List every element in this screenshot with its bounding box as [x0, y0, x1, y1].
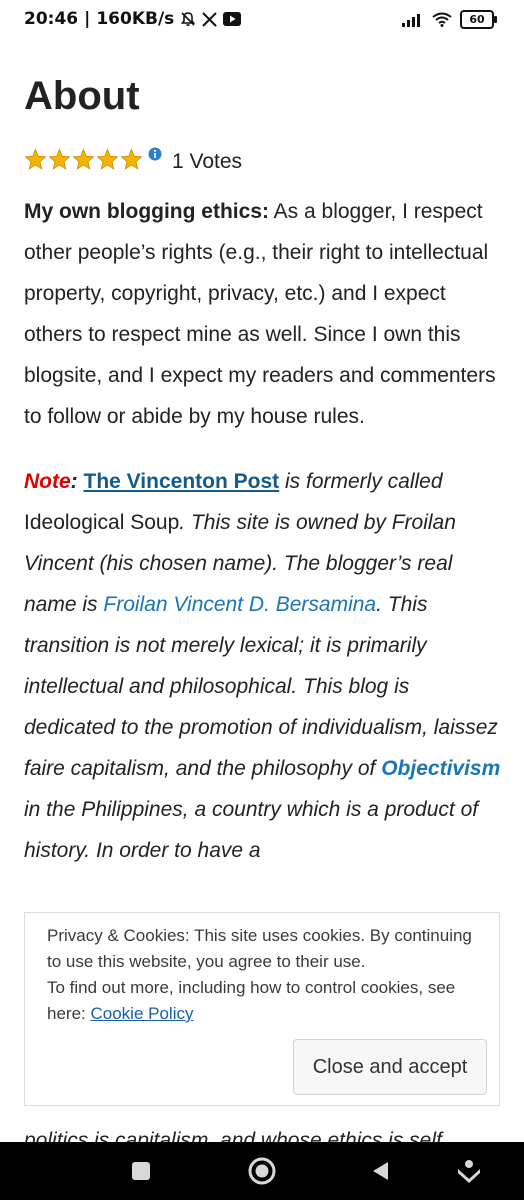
former-name-text: Ideological Soup	[24, 511, 180, 534]
star-rating[interactable]	[24, 147, 143, 171]
info-icon[interactable]	[148, 147, 162, 161]
status-bar: 20:46 | 160KB/s 60	[0, 0, 524, 36]
back-triangle-icon[interactable]	[363, 1156, 397, 1186]
vincenton-post-link[interactable]: The Vincenton Post	[84, 470, 280, 493]
status-right: 60	[402, 10, 497, 29]
status-left: 20:46 | 160KB/s	[24, 9, 242, 29]
note-label: Note	[24, 470, 71, 493]
star-icon[interactable]	[24, 147, 47, 171]
recents-square-icon[interactable]	[124, 1156, 158, 1186]
cookie-banner: Privacy & Cookies: This site uses cookie…	[24, 912, 500, 1106]
page-title: About	[24, 74, 140, 118]
youtube-icon	[223, 12, 242, 26]
star-icon[interactable]	[120, 147, 143, 171]
close-and-accept-button[interactable]: Close and accept	[293, 1039, 487, 1095]
rating-widget: 1 Votes	[24, 146, 504, 173]
ethics-label: My own blogging ethics:	[24, 200, 269, 223]
x-logo-icon	[202, 11, 218, 27]
underlay-text: politics is capitalism, and whose ethics…	[24, 1129, 442, 1142]
note-paragraph: Note: The Vincenton Post is formerly cal…	[24, 461, 504, 871]
star-icon[interactable]	[48, 147, 71, 171]
assistant-icon[interactable]	[452, 1156, 486, 1186]
star-icon[interactable]	[72, 147, 95, 171]
ethics-text: As a blogger, I respect other people’s r…	[24, 200, 496, 428]
star-icon[interactable]	[96, 147, 119, 171]
main-content: About 1 Votes My own blogging ethics: As…	[24, 36, 504, 871]
cookie-policy-link[interactable]: Cookie Policy	[90, 1004, 193, 1023]
note-text-4: in the Philippines, a country which is a…	[24, 798, 479, 862]
status-speed: 160KB/s	[96, 9, 175, 29]
signal-icon	[402, 13, 424, 27]
underlay-text-line: politics is capitalism, and whose ethics…	[24, 1120, 504, 1142]
status-separator: |	[84, 9, 91, 29]
votes-count: 1 Votes	[172, 150, 243, 173]
cookie-text: Privacy & Cookies: This site uses cookie…	[47, 923, 477, 1027]
cookie-more-info: To find out more, including how to contr…	[47, 975, 477, 1027]
note-text-1: is formerly called	[279, 470, 443, 493]
objectivism-link[interactable]: Objectivism	[381, 757, 500, 780]
system-nav-bar	[0, 1142, 524, 1200]
battery-icon: 60	[460, 10, 497, 29]
cookie-notice: Privacy & Cookies: This site uses cookie…	[47, 926, 472, 971]
note-colon: :	[70, 470, 78, 493]
wifi-icon	[432, 12, 452, 27]
real-name-link[interactable]: Froilan Vincent D. Bersamina	[103, 593, 376, 616]
bell-off-icon	[180, 11, 196, 27]
home-circle-icon[interactable]	[245, 1156, 279, 1186]
ethics-paragraph: My own blogging ethics: As a blogger, I …	[24, 191, 504, 437]
status-time: 20:46	[24, 9, 79, 29]
note-text-3: . This transition is not merely lexical;…	[24, 593, 498, 780]
